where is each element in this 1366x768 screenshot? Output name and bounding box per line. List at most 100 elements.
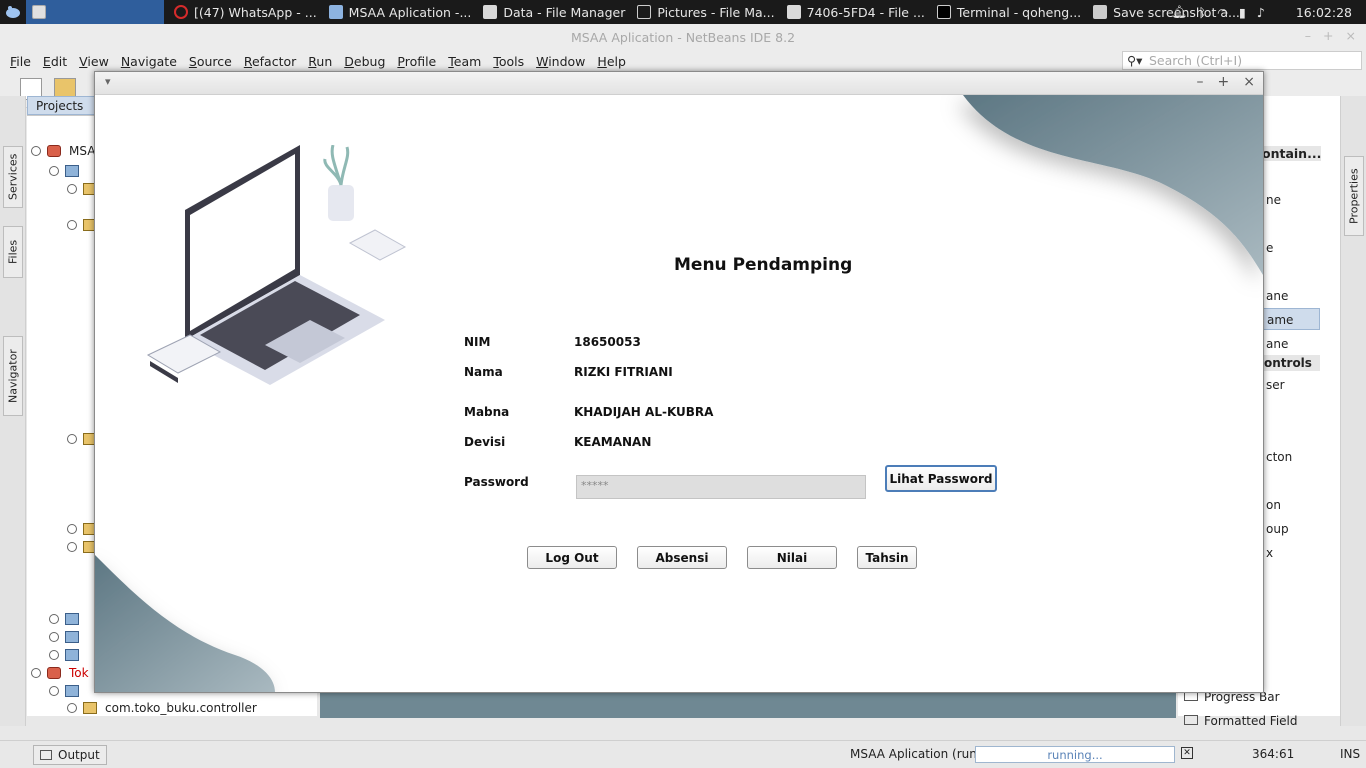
volume-icon[interactable]: ♪: [1257, 5, 1265, 20]
mabna-label: Mabna: [464, 405, 510, 419]
tree-node-controller[interactable]: com.toko_buku.controller: [67, 699, 257, 717]
folder-icon: [65, 613, 79, 625]
palette-item[interactable]: cton: [1266, 450, 1292, 464]
absensi-button[interactable]: Absensi: [637, 546, 727, 569]
logout-button[interactable]: Log Out: [527, 546, 617, 569]
menu-help[interactable]: Help: [591, 54, 632, 69]
palette-item[interactable]: oup: [1266, 522, 1289, 536]
project-icon: [47, 145, 61, 157]
menu-window[interactable]: Window: [530, 54, 591, 69]
right-side-strip: Properties: [1340, 96, 1366, 726]
show-password-button[interactable]: Lihat Password: [885, 465, 997, 492]
palette-item[interactable]: on: [1266, 498, 1281, 512]
image-viewer-icon: [637, 5, 652, 19]
bluetooth-icon[interactable]: ᛒ: [1199, 5, 1207, 20]
palette-item[interactable]: e: [1266, 241, 1273, 255]
project-icon: [47, 667, 61, 679]
battery-icon[interactable]: ▮: [1239, 5, 1246, 20]
taskbar-task-msaa[interactable]: MSAA Aplication -...: [323, 0, 478, 24]
menu-tools[interactable]: Tools: [487, 54, 530, 69]
palette-item[interactable]: ane: [1266, 289, 1288, 303]
nilai-button[interactable]: Nilai: [747, 546, 837, 569]
tree-node[interactable]: [49, 682, 87, 700]
app-window: ▾ – + × Menu Pendamping NIM 18650053 Nam…: [94, 71, 1264, 693]
palette-item-selected[interactable]: ame: [1262, 308, 1320, 330]
laptop-illustration: [146, 145, 407, 385]
close-icon[interactable]: ×: [1346, 28, 1356, 43]
palette-header-controls[interactable]: ontrols: [1262, 355, 1320, 371]
tab-properties[interactable]: Properties: [1344, 156, 1364, 236]
status-bar: Output MSAA Aplication (run) running... …: [0, 740, 1366, 768]
output-button[interactable]: Output: [33, 745, 107, 765]
taskbar-task-terminal[interactable]: Terminal - qoheng...: [931, 0, 1087, 24]
taskbar-task-netbeans-active[interactable]: [26, 0, 164, 24]
nim-value: 18650053: [574, 335, 641, 349]
taskbar-task-drive[interactable]: 7406-5FD4 - File ...: [781, 0, 931, 24]
devisi-value: KEAMANAN: [574, 435, 652, 449]
tahsin-button[interactable]: Tahsin: [857, 546, 917, 569]
palette-item[interactable]: ane: [1266, 337, 1288, 351]
tab-services[interactable]: Services: [3, 146, 23, 208]
run-progress-bar: running...: [975, 746, 1175, 763]
maximize-icon[interactable]: +: [1218, 74, 1230, 90]
nama-value: RIZKI FITRIANI: [574, 365, 673, 379]
close-icon[interactable]: ×: [1243, 74, 1255, 90]
clock[interactable]: 16:02:28: [1296, 5, 1352, 20]
menu-edit[interactable]: Edit: [37, 54, 73, 69]
wifi-icon[interactable]: ◠: [1217, 5, 1228, 20]
palette-item-formatted-field[interactable]: Formatted Field: [1184, 714, 1298, 728]
maximize-icon[interactable]: +: [1323, 28, 1333, 43]
package-icon: [83, 702, 97, 714]
app-body: Menu Pendamping NIM 18650053 Nama RIZKI …: [95, 95, 1263, 692]
folder-icon: [786, 5, 801, 19]
minimize-icon[interactable]: –: [1197, 74, 1204, 90]
tab-navigator[interactable]: Navigator: [3, 336, 23, 416]
tree-node[interactable]: [49, 162, 87, 180]
ide-search-input[interactable]: ⚲▾ Search (Ctrl+I): [1122, 51, 1362, 70]
window-menu-icon[interactable]: ▾: [105, 75, 111, 88]
folder-icon: [65, 649, 79, 661]
taskbar-task-whatsapp[interactable]: [(47) WhatsApp - ...: [168, 0, 323, 24]
terminal-icon: [936, 5, 951, 19]
taskbar-task-data-files[interactable]: Data - File Manager: [477, 0, 631, 24]
taskbar: [(47) WhatsApp - ... MSAA Aplication -..…: [0, 0, 1366, 24]
camera-icon: [1093, 5, 1108, 19]
menu-file[interactable]: File: [4, 54, 37, 69]
tree-node[interactable]: [49, 628, 87, 646]
password-label: Password: [464, 475, 529, 489]
palette-item[interactable]: x: [1266, 546, 1273, 560]
tree-node-msaa[interactable]: MSA: [31, 142, 95, 160]
java-icon: [32, 5, 46, 19]
menu-view[interactable]: View: [73, 54, 115, 69]
tree-node[interactable]: [49, 610, 87, 628]
app-titlebar: ▾ – + ×: [95, 72, 1263, 95]
app-menu-icon[interactable]: [0, 0, 26, 24]
menu-team[interactable]: Team: [442, 54, 487, 69]
palette-item[interactable]: ser: [1266, 378, 1285, 392]
tab-files[interactable]: Files: [3, 226, 23, 278]
system-tray: 🔔︎ ᛒ ◠ ▮ ♪ 16:02:28: [1172, 0, 1366, 24]
tree-node-toko[interactable]: Tok: [31, 664, 89, 682]
tree-node[interactable]: [49, 646, 87, 664]
folder-icon: [65, 631, 79, 643]
stop-icon[interactable]: ✕: [1181, 747, 1193, 759]
menu-debug[interactable]: Debug: [338, 54, 391, 69]
menu-source[interactable]: Source: [183, 54, 238, 69]
cursor-position: 364:61: [1252, 747, 1295, 761]
password-field[interactable]: *****: [576, 475, 866, 499]
notification-bell-icon[interactable]: 🔔︎: [1172, 4, 1188, 20]
menu-navigate[interactable]: Navigate: [115, 54, 183, 69]
menu-profile[interactable]: Profile: [391, 54, 442, 69]
menu-run[interactable]: Run: [302, 54, 338, 69]
palette-item[interactable]: ne: [1266, 193, 1281, 207]
search-icon: ⚲▾: [1127, 53, 1143, 68]
palette-header-containers[interactable]: ontain...: [1262, 146, 1322, 161]
nim-label: NIM: [464, 335, 491, 349]
opera-icon: [174, 5, 188, 19]
menubar: File Edit View Navigate Source Refactor …: [0, 50, 1366, 72]
taskbar-task-pictures[interactable]: Pictures - File Ma...: [631, 0, 780, 24]
ide-titlebar: MSAA Aplication - NetBeans IDE 8.2 – + ×: [0, 24, 1366, 50]
minimize-icon[interactable]: –: [1305, 28, 1311, 43]
menu-refactor[interactable]: Refactor: [238, 54, 302, 69]
folder-icon: [483, 5, 498, 19]
